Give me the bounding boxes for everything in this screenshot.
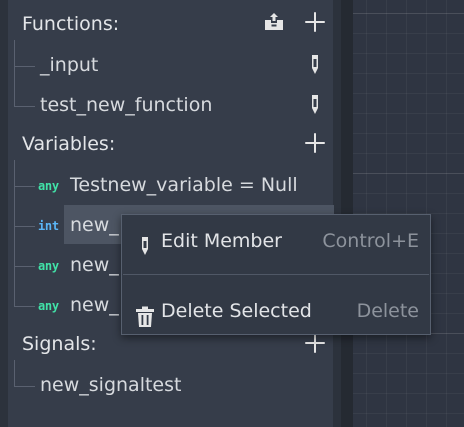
add-variable-button[interactable] (302, 130, 328, 156)
type-any-icon: any (38, 299, 59, 313)
context-menu: Edit Member Control+E Delete Selected De… (121, 214, 431, 335)
tree-left-edge (0, 0, 8, 427)
type-any-icon: any (38, 259, 59, 273)
edit-icon (135, 231, 157, 255)
tree-guide (14, 360, 35, 387)
trash-icon (134, 301, 156, 327)
tree-guide (14, 266, 35, 307)
signal-item-new-signaltest[interactable]: new_signaltest (40, 370, 181, 400)
menu-item-shortcut: Delete (356, 300, 419, 322)
tree-guide (14, 40, 35, 67)
variables-header: Variables: (22, 133, 116, 155)
function-item-test-new-function[interactable]: test_new_function (40, 90, 212, 120)
menu-item-shortcut: Control+E (322, 230, 419, 252)
menu-item-edit-member[interactable]: Edit Member Control+E (122, 220, 430, 262)
override-icon (265, 13, 283, 30)
variable-item-testnew-variable[interactable]: Testnew_variable = Null (70, 170, 298, 200)
function-item-input[interactable]: _input (40, 50, 98, 80)
type-int-icon: int (38, 219, 59, 233)
tree-guide (14, 186, 35, 227)
variable-item-new-any[interactable]: new_ (70, 290, 119, 320)
menu-item-label: Edit Member (161, 230, 282, 252)
functions-header: Functions: (22, 13, 120, 35)
tree-guide (14, 160, 35, 187)
visual-script-editor: Functions: _input test_new_function Vari… (0, 0, 464, 427)
signals-header: Signals: (22, 333, 97, 355)
variable-item-new-int[interactable]: new_ (70, 210, 119, 240)
edit-function-icon[interactable] (306, 93, 324, 117)
edit-function-icon[interactable] (306, 53, 324, 77)
menu-item-delete-selected[interactable]: Delete Selected Delete (122, 290, 430, 332)
type-any-icon: any (38, 179, 59, 193)
tree-guide (14, 226, 35, 267)
menu-separator (123, 274, 429, 275)
override-function-button[interactable] (262, 10, 286, 34)
menu-item-label: Delete Selected (161, 300, 312, 322)
tree-guide (14, 66, 35, 107)
add-function-button[interactable] (302, 9, 328, 35)
variable-item-new-any[interactable]: new_ (70, 250, 119, 280)
